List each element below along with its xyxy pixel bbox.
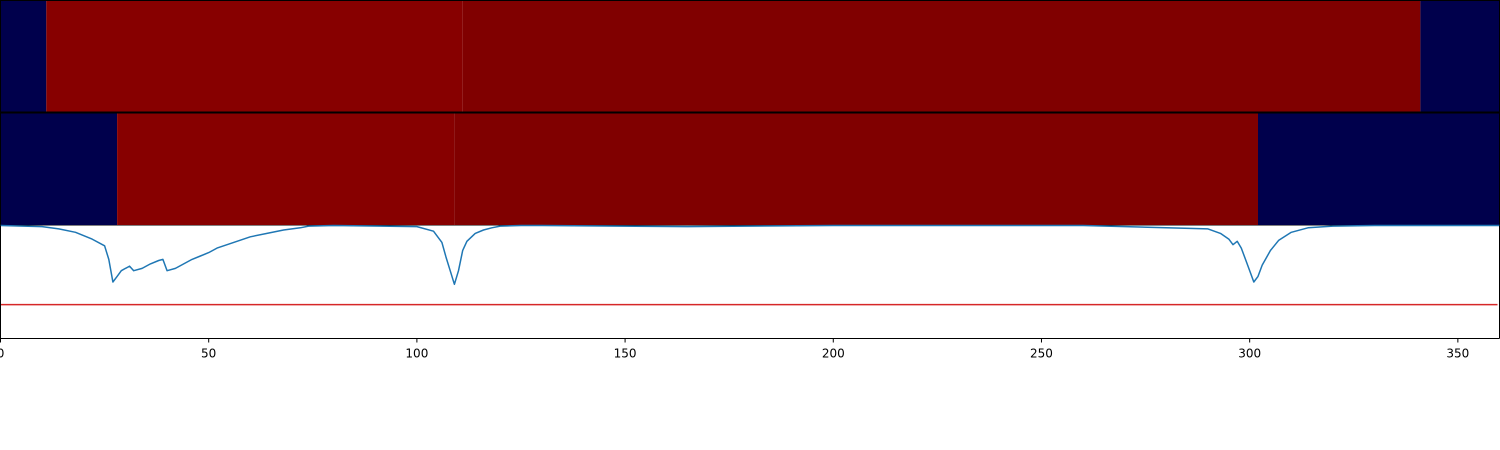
heatmap-cell-row2-seg2 xyxy=(117,113,455,226)
heatmap-cell-row1-seg4 xyxy=(1420,0,1500,112)
heatmap-cell-row2-seg1 xyxy=(0,113,118,226)
x-tick-label-250: 250 xyxy=(1030,347,1053,361)
line-panel xyxy=(0,224,1500,339)
chart: 0 50 100 150 200 250 300 350 xyxy=(0,0,1500,361)
x-tick-label-350: 350 xyxy=(1446,347,1469,361)
heatmap-cell-row2-seg3 xyxy=(454,113,1258,226)
heatmap-cell-row1-seg1 xyxy=(0,0,47,112)
x-axis: 0 50 100 150 200 250 300 350 xyxy=(0,338,1469,361)
x-tick-label-100: 100 xyxy=(405,347,428,361)
heatmap-panels xyxy=(0,0,1500,226)
heatmap-cell-row2-seg4 xyxy=(1257,113,1500,226)
x-tick-label-50: 50 xyxy=(201,347,216,361)
line-panel-background xyxy=(0,225,1500,339)
x-tick-label-200: 200 xyxy=(822,347,845,361)
x-tick-label-300: 300 xyxy=(1238,347,1261,361)
heatmap-cell-row1-seg3 xyxy=(462,0,1421,112)
x-tick-label-0: 0 xyxy=(0,347,4,361)
heatmap-cell-row1-seg2 xyxy=(46,0,463,112)
x-tick-label-150: 150 xyxy=(614,347,637,361)
